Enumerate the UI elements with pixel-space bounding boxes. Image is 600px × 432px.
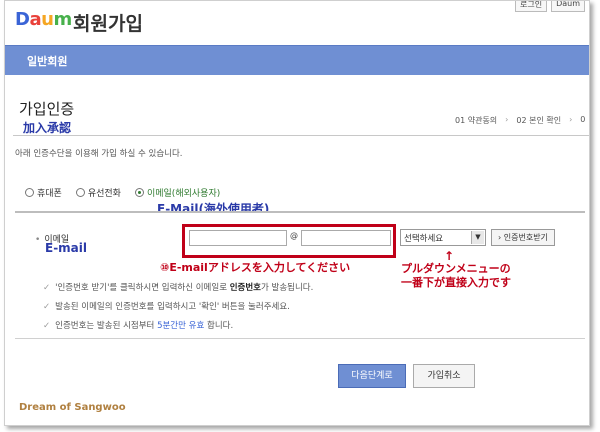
annotation-highlight-box <box>182 224 396 258</box>
radio-email[interactable]: 이메일(해외사용자) <box>134 186 221 199</box>
note-1-text-a: '인증번호 받기'를 클릭하시면 입력하신 이메일로 <box>55 283 230 293</box>
tab-bar: 일반회원 <box>5 45 589 75</box>
next-step-button[interactable]: 다음단계로 <box>338 364 406 388</box>
radio-mobile-label: 휴대폰 <box>37 189 62 199</box>
note-2: 발송된 이메일의 인증번호를 입력하시고 '확인' 버튼을 눌러주세요. <box>43 298 313 317</box>
login-link[interactable]: 로그인 <box>514 1 548 12</box>
note-1-text-b: 인증번호 <box>229 283 261 293</box>
radio-circle-icon[interactable] <box>75 188 85 197</box>
arrow-up-icon: ↑ <box>444 249 455 263</box>
chevron-right-icon: › <box>569 115 573 124</box>
guide-notes: '인증번호 받기'를 클릭하시면 입력하신 이메일로 인증번호가 발송됩니다. … <box>43 279 313 336</box>
step-3: 0 <box>580 115 586 124</box>
radio-mobile[interactable]: 휴대폰 <box>25 186 62 199</box>
radio-landline[interactable]: 유선전화 <box>75 186 121 199</box>
email-field-annotation: E-mail <box>45 241 88 255</box>
enter-email-annotation: ⑩E-mailアドレスを入力してください <box>160 261 351 274</box>
cancel-signup-button[interactable]: 가입취소 <box>413 364 475 388</box>
intro-text: 아래 인증수단을 이용해 가입 하실 수 있습니다. <box>15 149 183 159</box>
chevron-right-icon: › <box>498 233 502 242</box>
section-title-annotation: 加入承認 <box>23 121 72 135</box>
auth-method-group: 휴대폰 유선전화 이메일(해외사용자) <box>25 186 220 199</box>
note-1-text-c: 가 발송됩니다. <box>261 283 314 293</box>
note-3-text-a: 인증번호는 발송된 시점부터 <box>55 321 158 331</box>
note-1: '인증번호 받기'를 클릭하시면 입력하신 이메일로 인증번호가 발송됩니다. <box>43 279 313 298</box>
send-cert-button[interactable]: › 인증번호받기 <box>491 229 555 246</box>
tab-general-member[interactable]: 일반회원 <box>27 53 67 69</box>
dropdown-annotation-line1: プルダウンメニューの <box>401 262 511 275</box>
radio-circle-selected-icon[interactable] <box>134 188 144 197</box>
radio-email-label: 이메일(해외사용자) <box>146 189 221 199</box>
note-3-text-b: 5분간만 유효 <box>157 321 205 331</box>
note-3: 인증번호는 발송된 시점부터 5분간만 유효 합니다. <box>43 317 313 336</box>
watermark: Dream of Sangwoo <box>19 402 126 413</box>
send-cert-label: 인증번호받기 <box>503 233 548 242</box>
section-title: 가입인증 <box>19 100 75 118</box>
note-3-text-c: 합니다. <box>204 321 234 331</box>
chevron-right-icon: › <box>505 115 509 124</box>
dropdown-annotation-line2: 一番下が直接入力です <box>401 276 511 289</box>
divider <box>13 135 589 136</box>
page-frame: 로그인 Daum Daum 회원가입 일반회원 가입인증 加入承認 01 약관동… <box>4 0 590 426</box>
radio-landline-label: 유선전화 <box>87 189 121 199</box>
select-value: 선택하세요 <box>404 234 444 244</box>
page-title: 회원가입 <box>73 13 143 35</box>
radio-circle-icon[interactable] <box>25 188 34 197</box>
dropdown-annotation: プルダウンメニューの 一番下が直接入力です <box>401 262 511 290</box>
progress-steps: 01 약관동의 › 02 본인 확인 › 0 <box>455 115 585 126</box>
daum-logo[interactable]: Daum <box>15 9 72 30</box>
top-links: 로그인 Daum <box>514 1 585 12</box>
chevron-down-icon[interactable]: ▼ <box>471 231 484 244</box>
daum-link[interactable]: Daum <box>551 1 585 12</box>
step-2: 02 본인 확인 <box>516 116 562 125</box>
email-domain-select[interactable]: 선택하세요 ▼ <box>400 229 486 246</box>
step-1: 01 약관동의 <box>455 116 498 125</box>
